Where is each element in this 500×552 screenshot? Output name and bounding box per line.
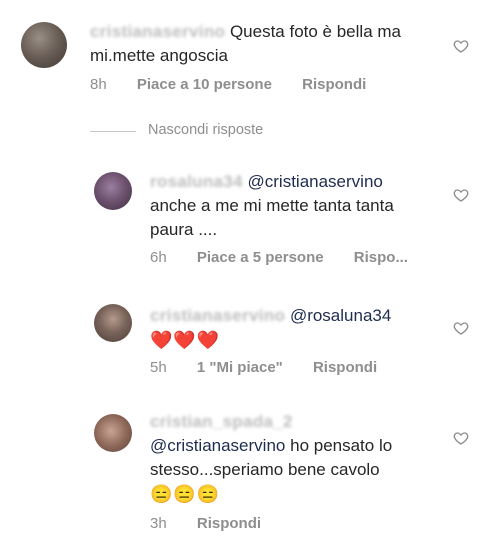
heart-outline-icon[interactable] (453, 430, 469, 446)
avatar[interactable] (94, 172, 132, 210)
heart-outline-icon[interactable] (453, 38, 469, 54)
comment-meta: 3h Rispondi (150, 515, 287, 532)
reply-button[interactable]: Rispo... (354, 249, 408, 266)
comment-time: 3h (150, 515, 167, 532)
reply-button[interactable]: Rispondi (197, 515, 261, 532)
avatar[interactable] (21, 22, 67, 68)
comment-meta: 6h Piace a 5 persone Rispo... (150, 249, 434, 266)
mention-link[interactable]: @rosaluna34 (290, 306, 391, 325)
comment-username[interactable]: rosaluna34 (150, 172, 243, 191)
avatar[interactable] (94, 304, 132, 342)
reply-button[interactable]: Rispondi (302, 76, 366, 93)
heart-outline-icon[interactable] (453, 187, 469, 203)
comment-username[interactable]: cristian_spada_2 (150, 412, 293, 431)
comment-time: 8h (90, 76, 107, 93)
mention-link[interactable]: @cristianaservino (150, 436, 285, 455)
comment-emoji: 😑😑😑 (150, 484, 221, 504)
comment-body: ❤️❤️❤️ (150, 330, 221, 350)
comment-time: 5h (150, 359, 167, 376)
comment-text: cristian_spada_2 @cristianaservino ho pe… (150, 410, 440, 507)
hide-replies-label[interactable]: Nascondi risposte (148, 122, 263, 138)
avatar[interactable] (94, 414, 132, 452)
comment-likes[interactable]: Piace a 10 persone (137, 76, 272, 93)
comment-likes[interactable]: 1 "Mi piace" (197, 359, 283, 376)
comment-likes[interactable]: Piace a 5 persone (197, 249, 324, 266)
comment-meta: 5h 1 "Mi piace" Rispondi (150, 359, 403, 376)
reply-button[interactable]: Rispondi (313, 359, 377, 376)
comment-time: 6h (150, 249, 167, 266)
comment-text: cristianaservino Questa foto è bella ma … (90, 20, 440, 68)
comment-meta: 8h Piace a 10 persone Rispondi (90, 76, 392, 93)
heart-outline-icon[interactable] (453, 320, 469, 336)
comment-text: cristianaservino @rosaluna34 ❤️❤️❤️ (150, 304, 440, 353)
divider-line (90, 131, 136, 132)
comment-text: rosaluna34 @cristianaservino anche a me … (150, 170, 440, 242)
comment-body: anche a me mi mette tanta tanta paura ..… (150, 196, 394, 239)
comment-username[interactable]: cristianaservino (90, 22, 225, 41)
mention-link[interactable]: @cristianaservino (248, 172, 383, 191)
comment-username[interactable]: cristianaservino (150, 306, 285, 325)
